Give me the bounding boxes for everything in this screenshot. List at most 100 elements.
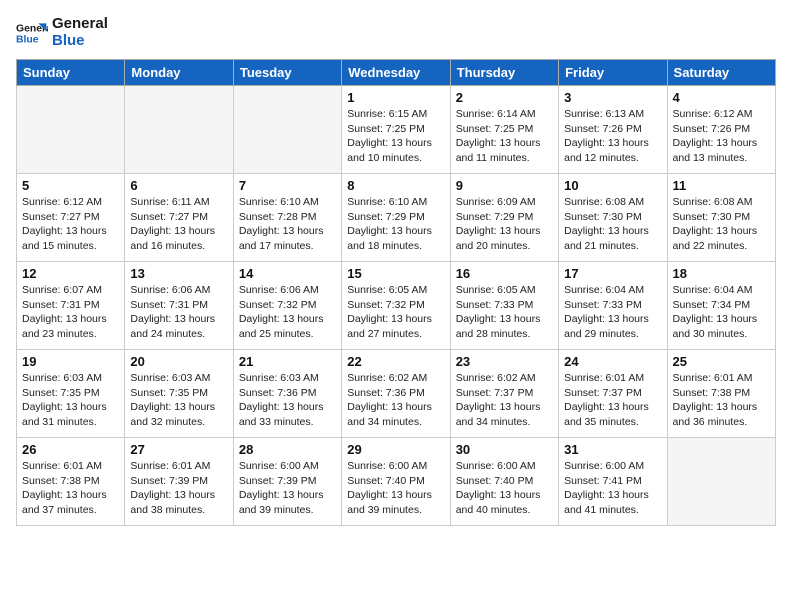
day-info: Sunrise: 6:03 AMSunset: 7:35 PMDaylight:… (22, 371, 119, 430)
day-number: 6 (130, 178, 227, 193)
calendar-cell: 8 Sunrise: 6:10 AMSunset: 7:29 PMDaylight… (342, 174, 450, 262)
day-number: 23 (456, 354, 553, 369)
day-number: 7 (239, 178, 336, 193)
calendar-cell: 7 Sunrise: 6:10 AMSunset: 7:28 PMDaylight… (233, 174, 341, 262)
day-info: Sunrise: 6:12 AMSunset: 7:27 PMDaylight:… (22, 195, 119, 254)
day-info: Sunrise: 6:08 AMSunset: 7:30 PMDaylight:… (673, 195, 770, 254)
day-number: 18 (673, 266, 770, 281)
calendar-cell: 23Sunrise: 6:02 AMSunset: 7:37 PMDayligh… (450, 350, 558, 438)
calendar-cell: 4 Sunrise: 6:12 AMSunset: 7:26 PMDaylight… (667, 86, 775, 174)
calendar-cell: 15Sunrise: 6:05 AMSunset: 7:32 PMDayligh… (342, 262, 450, 350)
day-info: Sunrise: 6:00 AMSunset: 7:39 PMDaylight:… (239, 459, 336, 518)
calendar-cell: 26 Sunrise: 6:01 AMSunset: 7:38 PMDayligh… (17, 438, 125, 526)
calendar-cell: 13Sunrise: 6:06 AMSunset: 7:31 PMDayligh… (125, 262, 233, 350)
day-number: 20 (130, 354, 227, 369)
page-header: General Blue General Blue (16, 16, 776, 49)
calendar-cell: 12Sunrise: 6:07 AMSunset: 7:31 PMDayligh… (17, 262, 125, 350)
calendar-cell: 31 Sunrise: 6:00 AMSunset: 7:41 PMDayligh… (559, 438, 667, 526)
weekday-header-sunday: Sunday (17, 60, 125, 86)
day-info: Sunrise: 6:02 AMSunset: 7:36 PMDaylight:… (347, 371, 444, 430)
day-number: 29 (347, 442, 444, 457)
day-info: Sunrise: 6:01 AMSunset: 7:37 PMDaylight:… (564, 371, 661, 430)
logo-blue: Blue (52, 33, 108, 50)
day-info: Sunrise: 6:00 AMSunset: 7:40 PMDaylight:… (347, 459, 444, 518)
calendar-cell: 17 Sunrise: 6:04 AMSunset: 7:33 PMDayligh… (559, 262, 667, 350)
day-number: 26 (22, 442, 119, 457)
day-number: 30 (456, 442, 553, 457)
day-info: Sunrise: 6:04 AMSunset: 7:34 PMDaylight:… (673, 283, 770, 342)
day-info: Sunrise: 6:03 AMSunset: 7:36 PMDaylight:… (239, 371, 336, 430)
day-number: 8 (347, 178, 444, 193)
calendar-cell (233, 86, 341, 174)
calendar-cell: 24 Sunrise: 6:01 AMSunset: 7:37 PMDayligh… (559, 350, 667, 438)
weekday-header-monday: Monday (125, 60, 233, 86)
day-info: Sunrise: 6:14 AMSunset: 7:25 PMDaylight:… (456, 107, 553, 166)
weekday-header-wednesday: Wednesday (342, 60, 450, 86)
calendar-cell: 27 Sunrise: 6:01 AMSunset: 7:39 PMDayligh… (125, 438, 233, 526)
calendar-cell: 10 Sunrise: 6:08 AMSunset: 7:30 PMDayligh… (559, 174, 667, 262)
weekday-header-friday: Friday (559, 60, 667, 86)
logo: General Blue General Blue (16, 16, 108, 49)
day-number: 19 (22, 354, 119, 369)
calendar-cell: 29 Sunrise: 6:00 AMSunset: 7:40 PMDayligh… (342, 438, 450, 526)
day-number: 9 (456, 178, 553, 193)
week-row-5: 26 Sunrise: 6:01 AMSunset: 7:38 PMDayligh… (17, 438, 776, 526)
calendar-cell: 16 Sunrise: 6:05 AMSunset: 7:33 PMDayligh… (450, 262, 558, 350)
calendar-cell: 14 Sunrise: 6:06 AMSunset: 7:32 PMDayligh… (233, 262, 341, 350)
day-info: Sunrise: 6:05 AMSunset: 7:33 PMDaylight:… (456, 283, 553, 342)
week-row-3: 12Sunrise: 6:07 AMSunset: 7:31 PMDayligh… (17, 262, 776, 350)
day-info: Sunrise: 6:15 AMSunset: 7:25 PMDaylight:… (347, 107, 444, 166)
day-info: Sunrise: 6:10 AMSunset: 7:28 PMDaylight:… (239, 195, 336, 254)
calendar-cell: 20 Sunrise: 6:03 AMSunset: 7:35 PMDayligh… (125, 350, 233, 438)
calendar-cell: 11 Sunrise: 6:08 AMSunset: 7:30 PMDayligh… (667, 174, 775, 262)
calendar-cell: 19 Sunrise: 6:03 AMSunset: 7:35 PMDayligh… (17, 350, 125, 438)
day-info: Sunrise: 6:06 AMSunset: 7:31 PMDaylight:… (130, 283, 227, 342)
day-number: 5 (22, 178, 119, 193)
logo-general: General (52, 16, 108, 33)
day-info: Sunrise: 6:00 AMSunset: 7:40 PMDaylight:… (456, 459, 553, 518)
svg-text:Blue: Blue (16, 34, 39, 45)
day-number: 16 (456, 266, 553, 281)
day-info: Sunrise: 6:08 AMSunset: 7:30 PMDaylight:… (564, 195, 661, 254)
day-info: Sunrise: 6:10 AMSunset: 7:29 PMDaylight:… (347, 195, 444, 254)
day-number: 10 (564, 178, 661, 193)
logo-icon: General Blue (16, 17, 48, 49)
calendar-cell: 18 Sunrise: 6:04 AMSunset: 7:34 PMDayligh… (667, 262, 775, 350)
calendar-cell: 28 Sunrise: 6:00 AMSunset: 7:39 PMDayligh… (233, 438, 341, 526)
day-info: Sunrise: 6:00 AMSunset: 7:41 PMDaylight:… (564, 459, 661, 518)
week-row-4: 19 Sunrise: 6:03 AMSunset: 7:35 PMDayligh… (17, 350, 776, 438)
calendar-cell (667, 438, 775, 526)
day-number: 24 (564, 354, 661, 369)
weekday-header-row: SundayMondayTuesdayWednesdayThursdayFrid… (17, 60, 776, 86)
day-info: Sunrise: 6:01 AMSunset: 7:38 PMDaylight:… (22, 459, 119, 518)
day-info: Sunrise: 6:04 AMSunset: 7:33 PMDaylight:… (564, 283, 661, 342)
day-number: 11 (673, 178, 770, 193)
weekday-header-tuesday: Tuesday (233, 60, 341, 86)
day-number: 15 (347, 266, 444, 281)
calendar-cell: 25Sunrise: 6:01 AMSunset: 7:38 PMDayligh… (667, 350, 775, 438)
calendar-cell: 5 Sunrise: 6:12 AMSunset: 7:27 PMDaylight… (17, 174, 125, 262)
day-number: 25 (673, 354, 770, 369)
day-number: 3 (564, 90, 661, 105)
weekday-header-thursday: Thursday (450, 60, 558, 86)
calendar-cell (125, 86, 233, 174)
day-number: 17 (564, 266, 661, 281)
calendar-table: SundayMondayTuesdayWednesdayThursdayFrid… (16, 59, 776, 526)
day-number: 14 (239, 266, 336, 281)
day-info: Sunrise: 6:01 AMSunset: 7:39 PMDaylight:… (130, 459, 227, 518)
day-number: 27 (130, 442, 227, 457)
weekday-header-saturday: Saturday (667, 60, 775, 86)
day-info: Sunrise: 6:12 AMSunset: 7:26 PMDaylight:… (673, 107, 770, 166)
day-number: 31 (564, 442, 661, 457)
calendar-cell: 21Sunrise: 6:03 AMSunset: 7:36 PMDayligh… (233, 350, 341, 438)
calendar-cell: 22 Sunrise: 6:02 AMSunset: 7:36 PMDayligh… (342, 350, 450, 438)
day-info: Sunrise: 6:03 AMSunset: 7:35 PMDaylight:… (130, 371, 227, 430)
day-info: Sunrise: 6:06 AMSunset: 7:32 PMDaylight:… (239, 283, 336, 342)
calendar-cell: 2Sunrise: 6:14 AMSunset: 7:25 PMDaylight… (450, 86, 558, 174)
calendar-cell: 1Sunrise: 6:15 AMSunset: 7:25 PMDaylight… (342, 86, 450, 174)
week-row-1: 1Sunrise: 6:15 AMSunset: 7:25 PMDaylight… (17, 86, 776, 174)
day-number: 28 (239, 442, 336, 457)
day-number: 4 (673, 90, 770, 105)
day-info: Sunrise: 6:13 AMSunset: 7:26 PMDaylight:… (564, 107, 661, 166)
day-number: 22 (347, 354, 444, 369)
